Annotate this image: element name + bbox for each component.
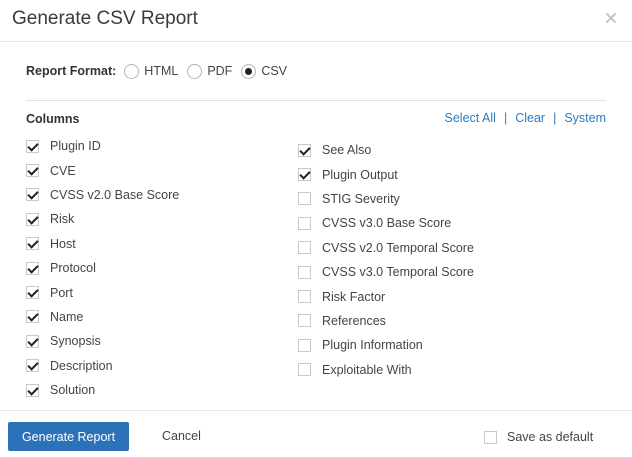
radio-button[interactable] xyxy=(241,63,257,79)
column-checkbox[interactable] xyxy=(298,265,311,279)
radio-label: PDF xyxy=(207,64,233,78)
column-option[interactable]: Plugin Output xyxy=(298,162,474,186)
column-label: Protocol xyxy=(50,261,96,276)
column-label: Plugin Information xyxy=(322,338,423,353)
column-checkbox[interactable] xyxy=(298,363,311,377)
column-label: References xyxy=(322,313,386,328)
column-option[interactable]: CVSS v2.0 Base Score xyxy=(26,183,179,207)
column-checkbox[interactable] xyxy=(298,216,311,230)
columns-list-left: Plugin ID CVE CVSS v2.0 Base Score Risk Host… xyxy=(26,134,179,402)
column-option[interactable]: STIG Severity xyxy=(298,187,474,211)
column-checkbox[interactable] xyxy=(26,237,39,251)
column-checkbox[interactable] xyxy=(26,188,39,202)
report-format-row: Report Format: HTML PDF CSV xyxy=(26,62,296,80)
column-label: CVSS v2.0 Temporal Score xyxy=(322,240,474,255)
column-checkbox[interactable] xyxy=(26,164,39,178)
generate-report-dialog: Generate CSV Report Report Format: HTML P… xyxy=(0,0,632,457)
dialog-footer: Generate Report Cancel Save as default xyxy=(0,410,632,457)
column-checkbox[interactable] xyxy=(298,192,311,206)
column-option[interactable]: Name xyxy=(26,305,179,329)
column-option[interactable]: Description xyxy=(26,354,179,378)
column-label: See Also xyxy=(322,143,372,158)
column-option[interactable]: Plugin Information xyxy=(298,333,474,357)
column-checkbox[interactable] xyxy=(26,310,39,324)
column-checkbox[interactable] xyxy=(298,168,311,182)
column-label: STIG Severity xyxy=(322,191,400,206)
format-option-pdf[interactable]: PDF xyxy=(187,63,233,79)
radio-label: HTML xyxy=(144,64,179,78)
column-checkbox[interactable] xyxy=(26,334,39,348)
dialog-title: Generate CSV Report xyxy=(12,8,198,29)
column-checkbox[interactable] xyxy=(26,261,39,275)
column-label: Plugin Output xyxy=(322,167,398,182)
column-option[interactable]: Exploitable With xyxy=(298,358,474,382)
column-checkbox[interactable] xyxy=(26,212,39,226)
save-as-default-label: Save as default xyxy=(507,430,594,444)
column-option[interactable]: CVSS v2.0 Temporal Score xyxy=(298,236,474,260)
dialog-header: Generate CSV Report xyxy=(0,0,632,42)
column-label: Plugin ID xyxy=(50,139,101,154)
column-checkbox[interactable] xyxy=(298,290,311,304)
column-label: Port xyxy=(50,285,73,300)
column-label: Solution xyxy=(50,383,96,398)
report-format-label: Report Format: xyxy=(26,64,117,78)
column-option[interactable]: Port xyxy=(26,280,179,304)
column-option[interactable]: CVSS v3.0 Temporal Score xyxy=(298,260,474,284)
column-label: Description xyxy=(50,358,113,373)
format-option-html[interactable]: HTML xyxy=(124,63,179,79)
column-checkbox[interactable] xyxy=(298,143,311,157)
columns-actions: Select All | Clear | System xyxy=(445,111,606,125)
select-all-link[interactable]: Select All xyxy=(445,111,496,125)
column-checkbox[interactable] xyxy=(298,314,311,328)
column-label: CVSS v2.0 Base Score xyxy=(50,187,180,202)
column-checkbox[interactable] xyxy=(26,383,39,397)
column-option[interactable]: Solution xyxy=(26,378,179,402)
columns-list-right: See Also Plugin Output STIG Severity CVSS v… xyxy=(298,138,474,382)
column-option[interactable]: See Also xyxy=(298,138,474,162)
separator: | xyxy=(503,111,508,125)
report-format-options: HTML PDF CSV xyxy=(124,63,296,79)
save-as-default-box[interactable] xyxy=(484,430,497,444)
column-label: Synopsis xyxy=(50,334,101,349)
column-label: CVE xyxy=(50,163,76,178)
column-option[interactable]: CVE xyxy=(26,158,179,182)
radio-button[interactable] xyxy=(187,63,203,79)
column-label: CVSS v3.0 Temporal Score xyxy=(322,265,474,280)
column-option[interactable]: CVSS v3.0 Base Score xyxy=(298,211,474,235)
column-checkbox[interactable] xyxy=(26,286,39,300)
radio-label: CSV xyxy=(261,64,288,78)
column-label: Exploitable With xyxy=(322,362,412,377)
column-checkbox[interactable] xyxy=(298,241,311,255)
close-icon[interactable] xyxy=(602,9,620,27)
column-checkbox[interactable] xyxy=(26,359,39,373)
divider xyxy=(26,100,606,101)
system-link[interactable]: System xyxy=(564,111,606,125)
column-label: Host xyxy=(50,236,76,251)
clear-link[interactable]: Clear xyxy=(515,111,545,125)
column-label: Risk Factor xyxy=(322,289,386,304)
column-option[interactable]: Risk Factor xyxy=(298,284,474,308)
column-option[interactable]: Host xyxy=(26,232,179,256)
save-as-default-checkbox[interactable]: Save as default xyxy=(484,430,593,444)
cancel-button[interactable]: Cancel xyxy=(162,429,201,443)
column-label: Name xyxy=(50,309,84,324)
column-option[interactable]: References xyxy=(298,309,474,333)
column-label: CVSS v3.0 Base Score xyxy=(322,216,452,231)
column-checkbox[interactable] xyxy=(26,139,39,153)
columns-heading: Columns xyxy=(26,112,80,126)
column-option[interactable]: Protocol xyxy=(26,256,179,280)
column-option[interactable]: Synopsis xyxy=(26,329,179,353)
format-option-csv[interactable]: CSV xyxy=(241,63,288,79)
column-option[interactable]: Risk xyxy=(26,207,179,231)
column-option[interactable]: Plugin ID xyxy=(26,134,179,158)
column-checkbox[interactable] xyxy=(298,338,311,352)
column-label: Risk xyxy=(50,212,75,227)
separator: | xyxy=(553,111,557,125)
generate-report-button[interactable]: Generate Report xyxy=(8,422,129,451)
radio-button[interactable] xyxy=(124,63,140,79)
